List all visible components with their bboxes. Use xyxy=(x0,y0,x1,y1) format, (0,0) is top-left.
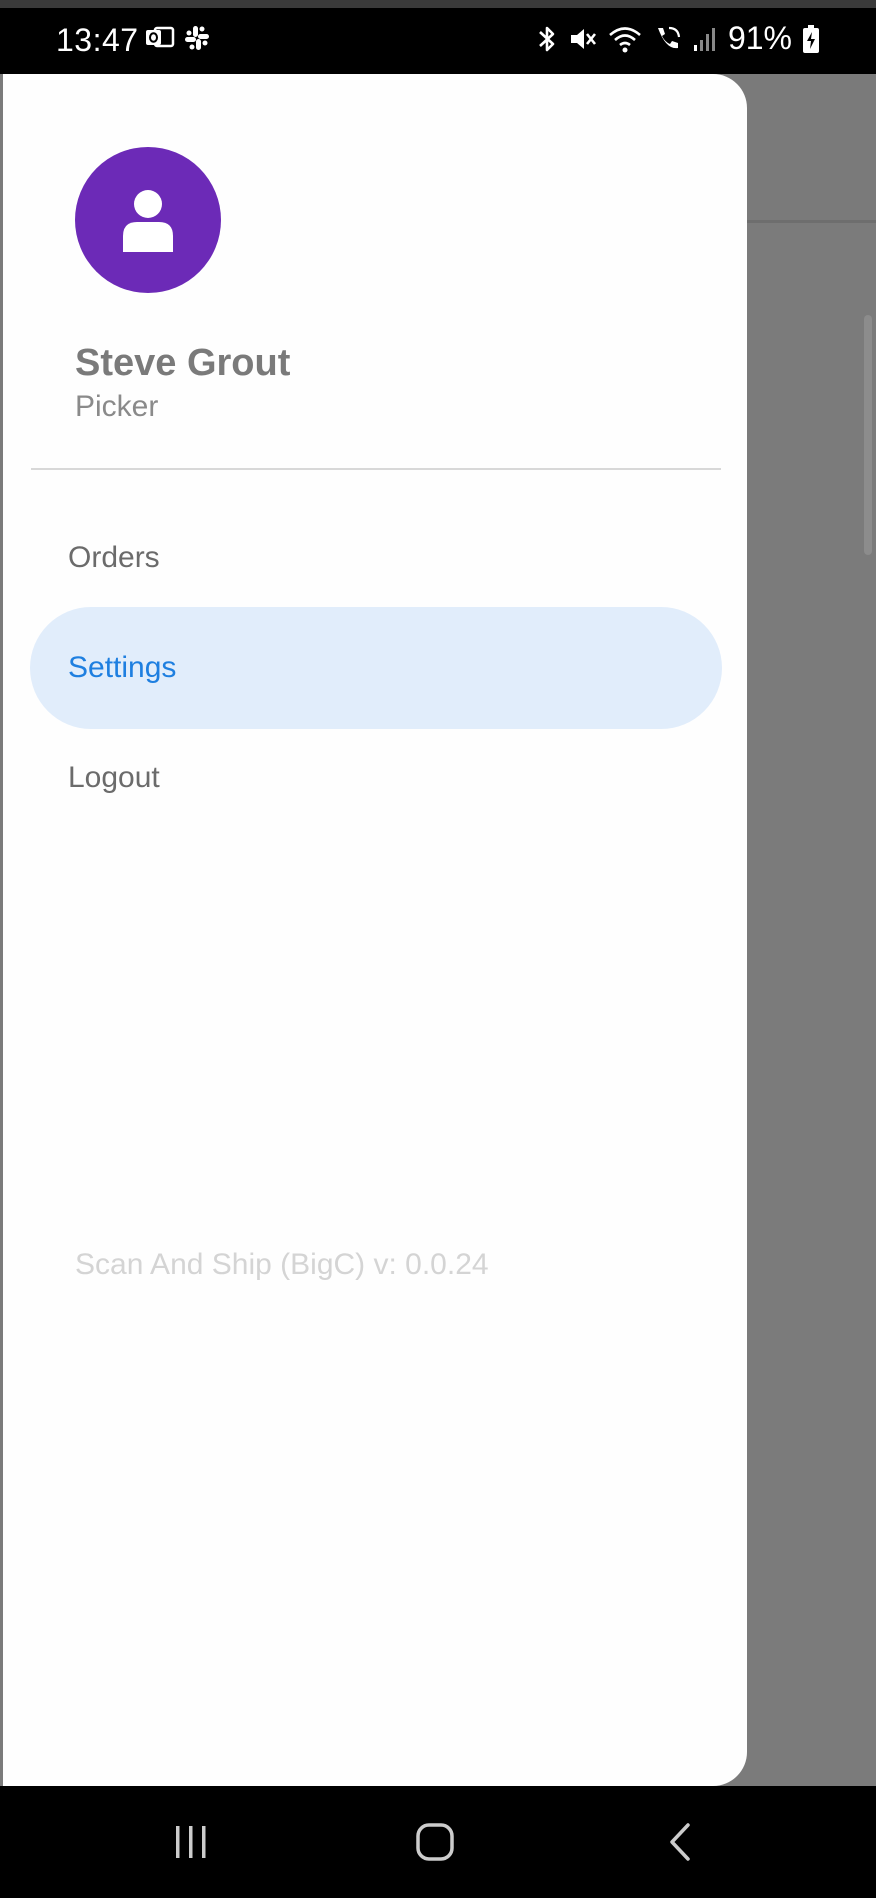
back-button[interactable] xyxy=(640,1814,720,1870)
menu-item-label: Orders xyxy=(68,541,160,574)
system-nav-bar xyxy=(0,1786,876,1898)
status-bar: 13:47 91% xyxy=(0,8,876,74)
screen: 13:47 91% Steve Grout Picker Orders Sett… xyxy=(0,0,876,1898)
battery-percent: 91% xyxy=(727,20,792,56)
person-icon xyxy=(123,190,173,252)
navigation-drawer: Steve Grout Picker Orders Settings Logou… xyxy=(3,74,747,1786)
app-version: Scan And Ship (BigC) v: 0.0.24 xyxy=(75,1248,489,1281)
avatar xyxy=(75,147,221,293)
top-edge xyxy=(0,0,876,8)
outlook-icon xyxy=(145,25,175,51)
menu-item-label: Logout xyxy=(68,761,160,794)
back-icon xyxy=(670,1823,690,1861)
slack-icon xyxy=(183,24,211,52)
wifi-icon xyxy=(608,24,642,54)
recent-apps-icon xyxy=(176,1826,206,1858)
mute-icon xyxy=(568,24,598,54)
background-scrollbar xyxy=(864,315,872,555)
bluetooth-icon xyxy=(536,24,558,54)
recent-apps-button[interactable] xyxy=(151,1814,231,1870)
status-left-icons xyxy=(145,24,211,52)
signal-icon xyxy=(692,25,718,53)
background-app-header xyxy=(740,74,876,223)
menu-item-label: Settings xyxy=(68,651,177,684)
wifi-call-icon xyxy=(652,24,682,54)
status-time: 13:47 xyxy=(56,22,139,58)
battery-charging-icon xyxy=(802,24,820,54)
menu-item-orders[interactable]: Orders xyxy=(30,497,722,619)
menu-item-logout[interactable]: Logout xyxy=(30,717,722,839)
user-name: Steve Grout xyxy=(75,342,291,384)
menu-item-settings[interactable]: Settings xyxy=(30,607,722,729)
home-button[interactable] xyxy=(395,1814,475,1870)
user-role: Picker xyxy=(75,390,159,423)
home-icon xyxy=(416,1823,454,1861)
status-right: 91% xyxy=(536,20,820,57)
divider xyxy=(31,468,721,470)
